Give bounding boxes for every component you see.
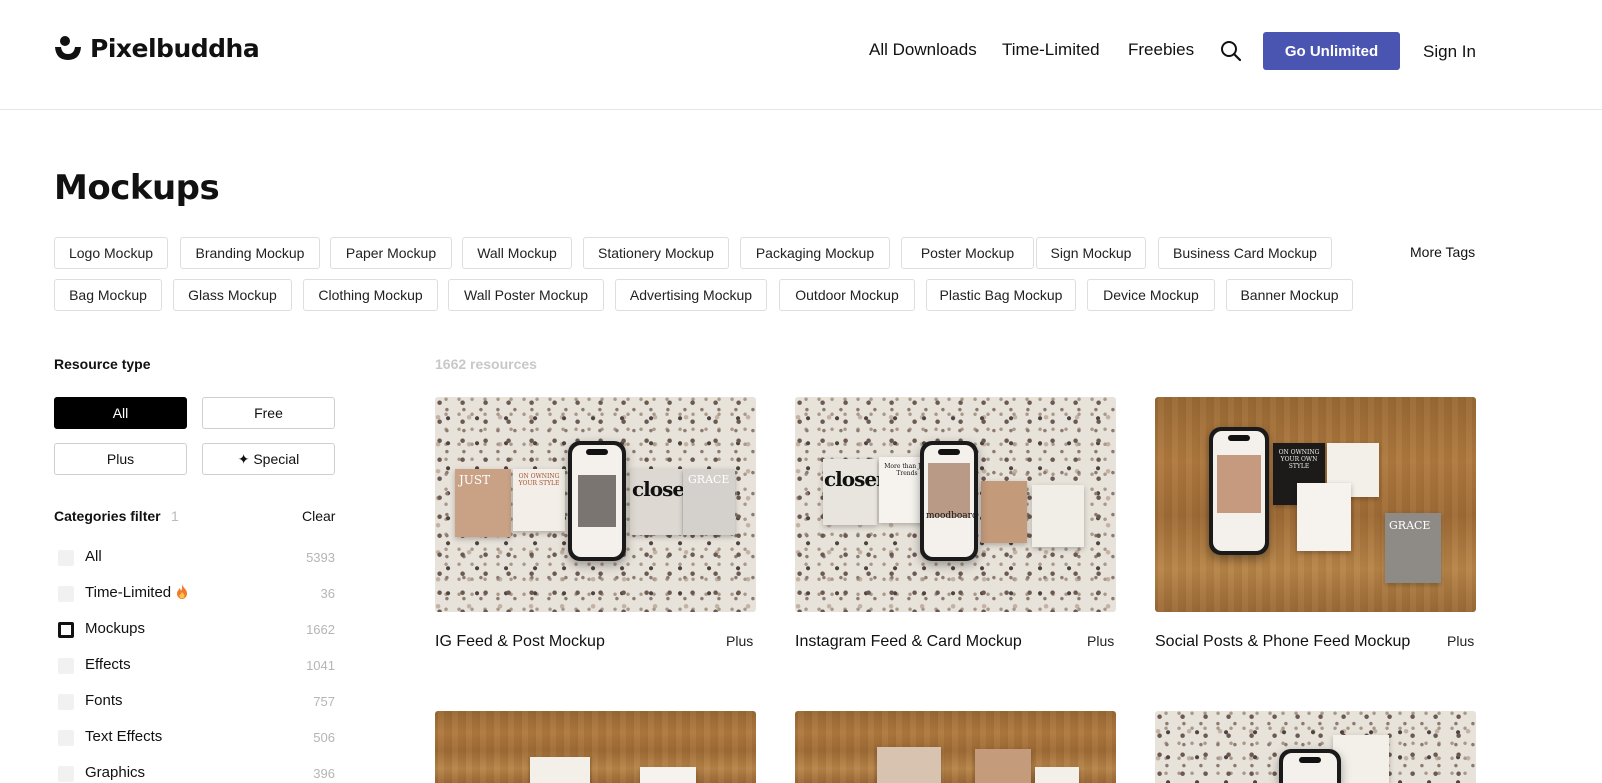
categories-filter-label: Categories filter [54,508,161,524]
tag-chip[interactable]: Packaging Mockup [740,237,890,269]
tag-chip[interactable]: Poster Mockup [901,237,1034,269]
card-tier-badge: Plus [726,633,754,649]
nav-all-downloads[interactable]: All Downloads [869,40,977,60]
card-title[interactable]: IG Feed & Post Mockup [435,632,705,652]
category-name: Fonts [85,692,123,709]
tag-chip[interactable]: Advertising Mockup [615,279,767,311]
tag-chip[interactable]: Plastic Bag Mockup [926,279,1076,311]
selected-count-badge: 1 [171,508,179,524]
mock-phone [1209,427,1269,555]
mock-post-card: closer [630,469,695,535]
category-name: All [85,548,102,565]
site-header: Pixelbuddha All Downloads Time-Limited F… [0,0,1602,110]
tag-chip[interactable]: Banner Mockup [1226,279,1353,311]
card-tier-badge: Plus [1447,633,1475,649]
category-name: Graphics [85,764,146,781]
card-thumbnail[interactable] [1155,711,1476,783]
tag-chip[interactable]: Logo Mockup [54,237,168,269]
tag-chip[interactable]: Clothing Mockup [303,279,438,311]
checkbox[interactable] [58,694,74,710]
category-time-limited[interactable]: Time-Limited 36 [58,584,335,604]
mock-post-card: GRACE [1385,513,1441,583]
tag-chip[interactable]: Paper Mockup [330,237,452,269]
tag-chip[interactable]: Outdoor Mockup [779,279,915,311]
category-count: 396 [313,766,335,781]
tag-chip[interactable]: Bag Mockup [54,279,162,311]
card-title[interactable]: Social Posts & Phone Feed Mockup [1155,632,1425,652]
checkbox[interactable] [58,550,74,566]
tag-chip[interactable]: Sign Mockup [1036,237,1146,269]
mock-post-card: JUST [455,469,511,537]
category-label: Time-Limited [85,584,172,601]
category-name: Mockups [85,620,146,637]
card-thumbnail[interactable] [795,711,1116,783]
category-count: 506 [313,730,335,745]
nav-freebies[interactable]: Freebies [1128,40,1194,60]
category-name: Effects [85,656,131,673]
card-tier-badge: Plus [1087,633,1115,649]
category-text-effects[interactable]: Text Effects 506 [58,728,335,748]
search-icon[interactable] [1220,40,1242,62]
mock-post-card: closer [823,459,887,525]
card-thumbnail[interactable]: closer More than Just Trends moodboards [795,397,1116,612]
resource-type-all[interactable]: All [54,397,187,429]
tag-chip[interactable]: Glass Mockup [173,279,292,311]
go-unlimited-button[interactable]: Go Unlimited [1263,32,1400,70]
category-all[interactable]: All 5393 [58,548,335,568]
tag-chip[interactable]: Device Mockup [1087,279,1215,311]
resource-type-label: Resource type [54,356,151,372]
category-fonts[interactable]: Fonts 757 [58,692,335,712]
category-effects[interactable]: Effects 1041 [58,656,335,676]
sign-in-link[interactable]: Sign In [1423,42,1476,62]
card-title[interactable]: Instagram Feed & Card Mockup [795,632,1065,652]
checkbox-checked[interactable] [58,622,74,638]
category-count: 36 [320,586,335,601]
checkbox[interactable] [58,730,74,746]
category-mockups[interactable]: Mockups 1662 [58,620,335,640]
mock-phone: moodboards [920,441,978,561]
page-title: Mockups [54,168,220,208]
category-count: 1041 [306,658,335,673]
nav-time-limited[interactable]: Time-Limited [1002,40,1100,60]
category-count: 5393 [306,550,335,565]
fire-icon [176,584,188,599]
tag-chip[interactable]: Business Card Mockup [1158,237,1332,269]
checkbox[interactable] [58,658,74,674]
tag-chip[interactable]: Wall Mockup [462,237,572,269]
results-count: 1662 resources [435,356,537,372]
resource-type-free[interactable]: Free [202,397,335,429]
category-name: Time-Limited [85,584,188,601]
mock-post-card: GRACE [683,469,735,535]
tag-chip[interactable]: Stationery Mockup [583,237,729,269]
clear-filters-link[interactable]: Clear [302,508,335,524]
category-name: Text Effects [85,728,163,745]
checkbox[interactable] [58,586,74,602]
mock-phone [568,441,626,561]
more-tags-link[interactable]: More Tags [1410,244,1475,260]
tag-chip[interactable]: Branding Mockup [180,237,320,269]
resource-type-plus[interactable]: Plus [54,443,187,475]
tag-chip[interactable]: Wall Poster Mockup [448,279,604,311]
checkbox[interactable] [58,766,74,782]
resource-type-special[interactable]: ✦ Special [202,443,335,475]
category-graphics[interactable]: Graphics 396 [58,764,335,783]
card-thumbnail[interactable] [435,711,756,783]
card-thumbnail[interactable]: ON OWNING YOUR OWN STYLE GRACE [1155,397,1476,612]
category-count: 757 [313,694,335,709]
mock-post-card: ON OWNING YOUR STYLE [513,469,565,531]
category-count: 1662 [306,622,335,637]
card-thumbnail[interactable]: JUST ON OWNING YOUR STYLE closer GRACE [435,397,756,612]
